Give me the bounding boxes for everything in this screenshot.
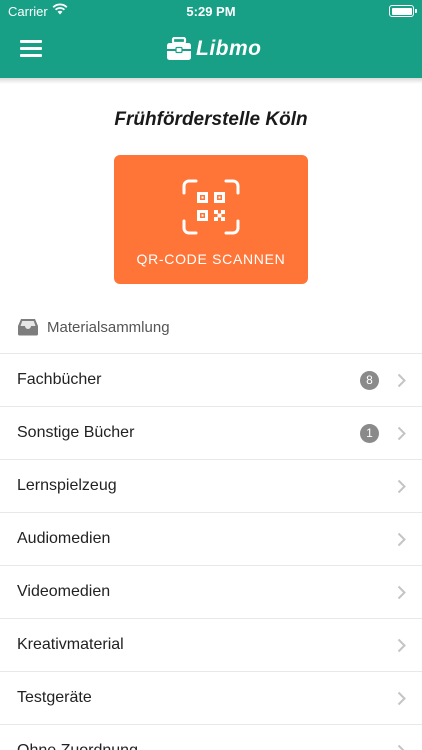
qr-code-icon [182,179,240,235]
chevron-right-icon [397,373,406,388]
category-item-videomedien[interactable]: Videomedien [0,565,422,618]
category-item-audiomedien[interactable]: Audiomedien [0,512,422,565]
category-label: Videomedien [17,583,111,600]
count-badge: 1 [360,424,379,443]
app-name: Libmo [196,37,262,60]
category-item-fachbuecher[interactable]: Fachbücher 8 [0,353,422,406]
app-header: Carrier 5:29 PM Libmo [0,0,422,78]
category-item-lernspielzeug[interactable]: Lernspielzeug [0,459,422,512]
category-label: Fachbücher [17,371,102,388]
category-item-testgeraete[interactable]: Testgeräte [0,671,422,724]
category-label: Lernspielzeug [17,477,117,494]
scan-qr-code-button[interactable]: QR-CODE SCANNEN [114,155,308,284]
category-label: Sonstige Bücher [17,424,135,441]
category-label: Ohne Zuordnung [17,742,138,750]
chevron-right-icon [397,638,406,653]
category-label: Kreativmaterial [17,636,124,653]
app-logo: Libmo [166,36,262,62]
category-label: Audiomedien [17,530,111,547]
section-label: Materialsammlung [47,318,170,336]
organization-name: Frühförderstelle Köln [114,109,308,130]
header-shadow [0,78,422,84]
status-bar: Carrier 5:29 PM [0,0,422,22]
chevron-right-icon [397,426,406,441]
section-header: Materialsammlung [17,317,170,337]
chevron-right-icon [397,691,406,706]
category-item-kreativmaterial[interactable]: Kreativmaterial [0,618,422,671]
chevron-right-icon [397,585,406,600]
count-badge: 8 [360,371,379,390]
inbox-tray-icon [18,319,38,336]
category-item-sonstige-buecher[interactable]: Sonstige Bücher 1 [0,406,422,459]
hamburger-menu-button[interactable] [20,40,42,57]
toolbox-logo-icon [167,37,191,60]
scan-button-label: QR-CODE SCANNEN [136,251,286,267]
chevron-right-icon [397,479,406,494]
chevron-right-icon [397,532,406,547]
category-list: Fachbücher 8 Sonstige Bücher 1 Lernspiel… [0,353,422,750]
battery-icon [389,5,417,17]
category-label: Testgeräte [17,689,92,706]
chevron-right-icon [397,744,405,750]
category-item-ohne-zuordnung[interactable]: Ohne Zuordnung [0,724,422,750]
status-time: 5:29 PM [186,4,236,19]
